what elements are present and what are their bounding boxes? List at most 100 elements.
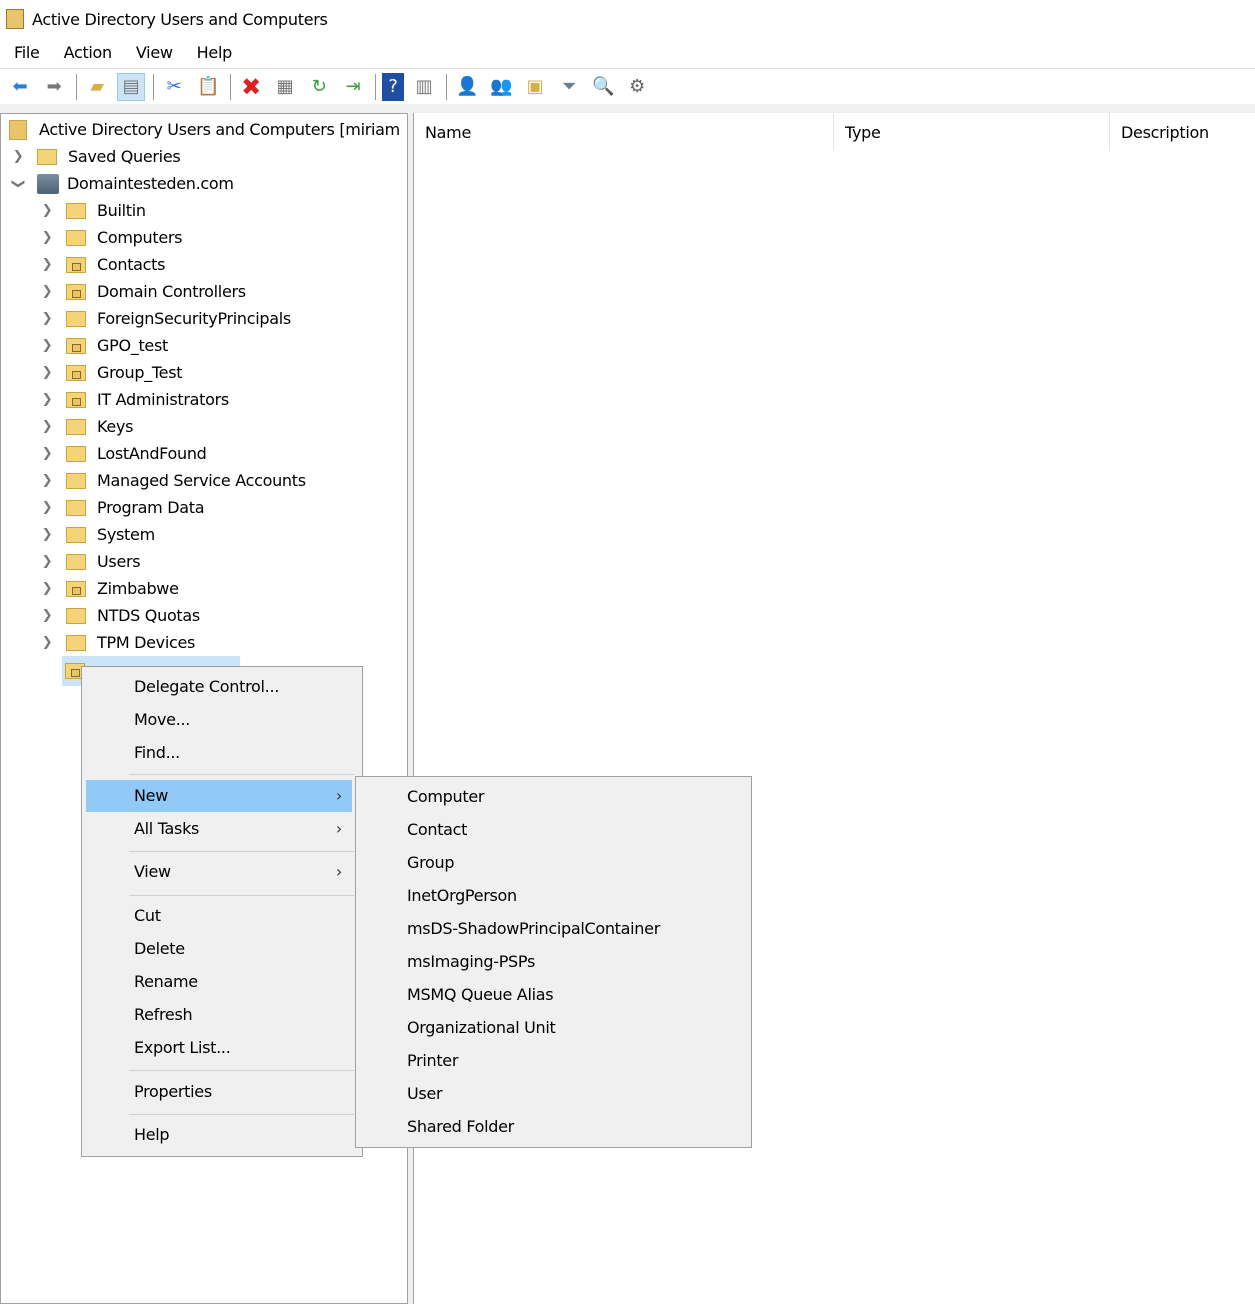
chevron-right-icon[interactable]: ❯: [40, 446, 54, 461]
column-header-name[interactable]: Name: [414, 113, 834, 151]
tree-item[interactable]: ❯ Builtin: [40, 197, 146, 224]
refresh-icon[interactable]: ↻: [305, 73, 333, 101]
submenu-item[interactable]: InetOrgPerson: [407, 879, 517, 912]
tree-item[interactable]: ❯ Users: [40, 548, 141, 575]
delete-icon[interactable]: ✖: [237, 73, 265, 101]
menu-separator: [129, 1070, 354, 1071]
context-menu-item[interactable]: Refresh: [86, 999, 352, 1031]
show-action-pane-icon[interactable]: ▥: [410, 73, 438, 101]
chevron-right-icon[interactable]: ❯: [11, 149, 25, 164]
folder-icon: [66, 526, 86, 543]
context-menu-item[interactable]: Export List...: [86, 1032, 352, 1064]
context-menu-item[interactable]: Move...: [86, 704, 352, 736]
context-menu-item[interactable]: Cut: [86, 900, 352, 932]
menu-help[interactable]: Help: [197, 43, 233, 62]
tree-item-saved-queries[interactable]: ❯ Saved Queries: [11, 143, 181, 170]
context-menu-item[interactable]: Delete: [86, 933, 352, 965]
chevron-right-icon[interactable]: ❯: [40, 473, 54, 488]
forward-icon[interactable]: ➡: [40, 73, 68, 101]
chevron-right-icon: ›: [335, 862, 342, 881]
menu-item-label: Delegate Control...: [134, 677, 280, 696]
up-folder-icon[interactable]: ▰: [83, 73, 111, 101]
submenu-item[interactable]: Shared Folder: [407, 1110, 514, 1143]
tree-item[interactable]: ❯ GPO_test: [40, 332, 169, 359]
context-menu-item[interactable]: View ›: [86, 856, 352, 888]
chevron-right-icon[interactable]: ❯: [40, 635, 54, 650]
cut-icon[interactable]: ✂: [160, 73, 188, 101]
chevron-down-icon[interactable]: ❯: [11, 177, 26, 191]
chevron-right-icon[interactable]: ❯: [40, 338, 54, 353]
chevron-right-icon[interactable]: ❯: [40, 608, 54, 623]
new-ou-icon[interactable]: ▣: [521, 73, 549, 101]
help-icon[interactable]: ?: [382, 72, 404, 101]
title-bar: Active Directory Users and Computers: [0, 0, 1255, 38]
context-menu-item[interactable]: Delegate Control...: [86, 671, 352, 703]
chevron-right-icon[interactable]: ❯: [40, 203, 54, 218]
ou-folder-icon: [66, 391, 86, 408]
tree-item-domain[interactable]: ❯ Domaintesteden.com: [11, 170, 234, 197]
find-icon[interactable]: 🔍: [589, 73, 617, 101]
show-hide-console-tree-icon[interactable]: ▤: [117, 72, 145, 101]
tree-item[interactable]: ❯ Keys: [40, 413, 134, 440]
menu-file[interactable]: File: [14, 43, 40, 62]
tree-item[interactable]: ❯ Domain Controllers: [40, 278, 246, 305]
submenu-item[interactable]: User: [407, 1077, 443, 1110]
context-menu-item[interactable]: New ›: [86, 780, 352, 812]
chevron-right-icon[interactable]: ❯: [40, 230, 54, 245]
context-menu-item[interactable]: Find...: [86, 737, 352, 769]
submenu-item[interactable]: msImaging-PSPs: [407, 945, 535, 978]
chevron-right-icon[interactable]: ❯: [40, 554, 54, 569]
tree-item[interactable]: ❯ ForeignSecurityPrincipals: [40, 305, 292, 332]
filter-icon[interactable]: ⏷: [555, 73, 583, 101]
chevron-right-icon[interactable]: ❯: [40, 500, 54, 515]
export-list-icon[interactable]: ⇥: [339, 73, 367, 101]
chevron-right-icon[interactable]: ❯: [40, 365, 54, 380]
ou-folder-icon: [66, 580, 86, 597]
ou-folder-icon: [66, 283, 86, 300]
submenu-item[interactable]: MSMQ Queue Alias: [407, 978, 554, 1011]
domain-icon: [37, 173, 59, 194]
chevron-right-icon[interactable]: ❯: [40, 311, 54, 326]
menu-action[interactable]: Action: [64, 43, 113, 62]
submenu-item[interactable]: Computer: [407, 780, 484, 813]
context-menu-item[interactable]: Properties: [86, 1076, 352, 1108]
submenu-item[interactable]: Printer: [407, 1044, 458, 1077]
column-header-type[interactable]: Type: [834, 113, 1110, 151]
tree-item[interactable]: ❯ Contacts: [40, 251, 166, 278]
tree-item[interactable]: ❯ Program Data: [40, 494, 205, 521]
column-header-description[interactable]: Description: [1110, 113, 1255, 151]
tree-item[interactable]: ❯ IT Administrators: [40, 386, 229, 413]
tree-item-label: Users: [97, 552, 141, 571]
tree-item[interactable]: ❯ NTDS Quotas: [40, 602, 201, 629]
tree-item[interactable]: ❯ Group_Test: [40, 359, 183, 386]
chevron-right-icon[interactable]: ❯: [40, 527, 54, 542]
submenu-item[interactable]: Group: [407, 846, 455, 879]
menu-view[interactable]: View: [136, 43, 173, 62]
tree-item[interactable]: ❯ LostAndFound: [40, 440, 207, 467]
new-group-icon[interactable]: 👥: [487, 73, 515, 101]
context-menu-item[interactable]: Rename: [86, 966, 352, 998]
chevron-right-icon[interactable]: ❯: [40, 392, 54, 407]
tree-item[interactable]: ❯ Zimbabwe: [40, 575, 179, 602]
chevron-right-icon[interactable]: ❯: [40, 419, 54, 434]
tree-item[interactable]: ❯ System: [40, 521, 155, 548]
chevron-right-icon[interactable]: ❯: [40, 284, 54, 299]
chevron-right-icon[interactable]: ❯: [40, 581, 54, 596]
tree-item-label: Computers: [97, 228, 183, 247]
tree-item-label: Domaintesteden.com: [67, 174, 234, 193]
submenu-item[interactable]: Contact: [407, 813, 467, 846]
tree-item[interactable]: ❯ Managed Service Accounts: [40, 467, 306, 494]
chevron-right-icon[interactable]: ❯: [40, 257, 54, 272]
tree-root[interactable]: Active Directory Users and Computers [mi…: [9, 116, 400, 143]
context-menu-item[interactable]: Help: [86, 1119, 352, 1151]
delegate-icon[interactable]: ⚙: [623, 73, 651, 101]
context-menu-item[interactable]: All Tasks ›: [86, 813, 352, 845]
back-icon[interactable]: ⬅: [6, 73, 34, 101]
tree-item[interactable]: ❯ TPM Devices: [40, 629, 196, 656]
paste-icon[interactable]: 📋: [194, 73, 222, 101]
tree-item[interactable]: ❯ Computers: [40, 224, 183, 251]
properties-icon[interactable]: ▦: [271, 73, 299, 101]
submenu-item[interactable]: msDS-ShadowPrincipalContainer: [407, 912, 660, 945]
new-user-icon[interactable]: 👤: [453, 73, 481, 101]
submenu-item[interactable]: Organizational Unit: [407, 1011, 556, 1044]
